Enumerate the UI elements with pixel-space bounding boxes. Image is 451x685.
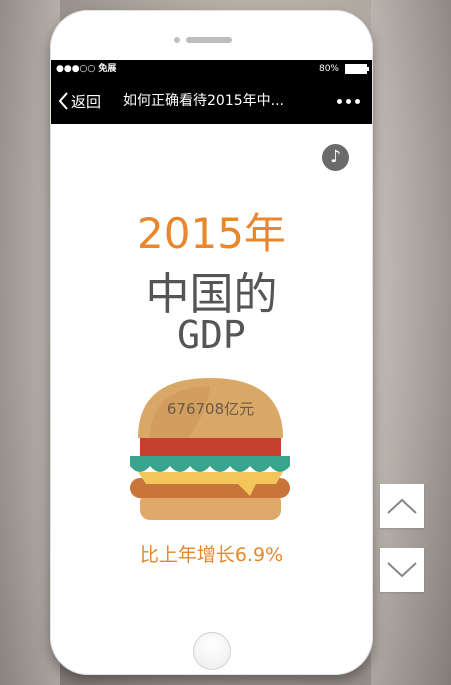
signal-indicator: ●●●○○ 免展 xyxy=(56,64,117,74)
back-button[interactable]: 返回 xyxy=(57,78,101,124)
dot-icon xyxy=(337,98,342,104)
chevron-down-icon xyxy=(387,562,417,578)
music-note-icon[interactable]: ♪ xyxy=(322,144,349,171)
battery-percent: 80% xyxy=(318,64,339,74)
gdp-value: 676708亿元 xyxy=(166,400,255,418)
more-options-button[interactable] xyxy=(337,78,360,124)
dot-icon xyxy=(346,98,351,104)
phone-frame: ●●●○○ 免展 80% 返回 如何正确看待2015年中... ♪ 2015年 … xyxy=(50,10,373,675)
page-title: 如何正确看待2015年中... xyxy=(123,93,284,109)
battery-icon xyxy=(345,64,369,74)
scroll-up-button[interactable] xyxy=(380,484,424,528)
chevron-left-icon xyxy=(58,92,68,110)
growth-text: 比上年增长6.9% xyxy=(139,544,284,566)
status-bar: ●●●○○ 免展 80% xyxy=(51,60,372,78)
nav-bar: 返回 如何正确看待2015年中... xyxy=(51,78,372,124)
phone-screen: ●●●○○ 免展 80% 返回 如何正确看待2015年中... ♪ 2015年 … xyxy=(51,60,372,628)
dot-icon xyxy=(355,98,360,104)
battery-status: 80% xyxy=(318,60,369,78)
home-button[interactable] xyxy=(193,632,231,670)
chevron-up-icon xyxy=(387,498,417,514)
scroll-down-button[interactable] xyxy=(380,548,424,592)
back-label: 返回 xyxy=(71,92,102,111)
burger-illustration xyxy=(130,378,290,520)
phone-speaker xyxy=(186,37,232,43)
phone-camera xyxy=(174,37,180,43)
year-title: 2015年 xyxy=(137,209,286,258)
gdp-title: GDP xyxy=(177,313,246,357)
